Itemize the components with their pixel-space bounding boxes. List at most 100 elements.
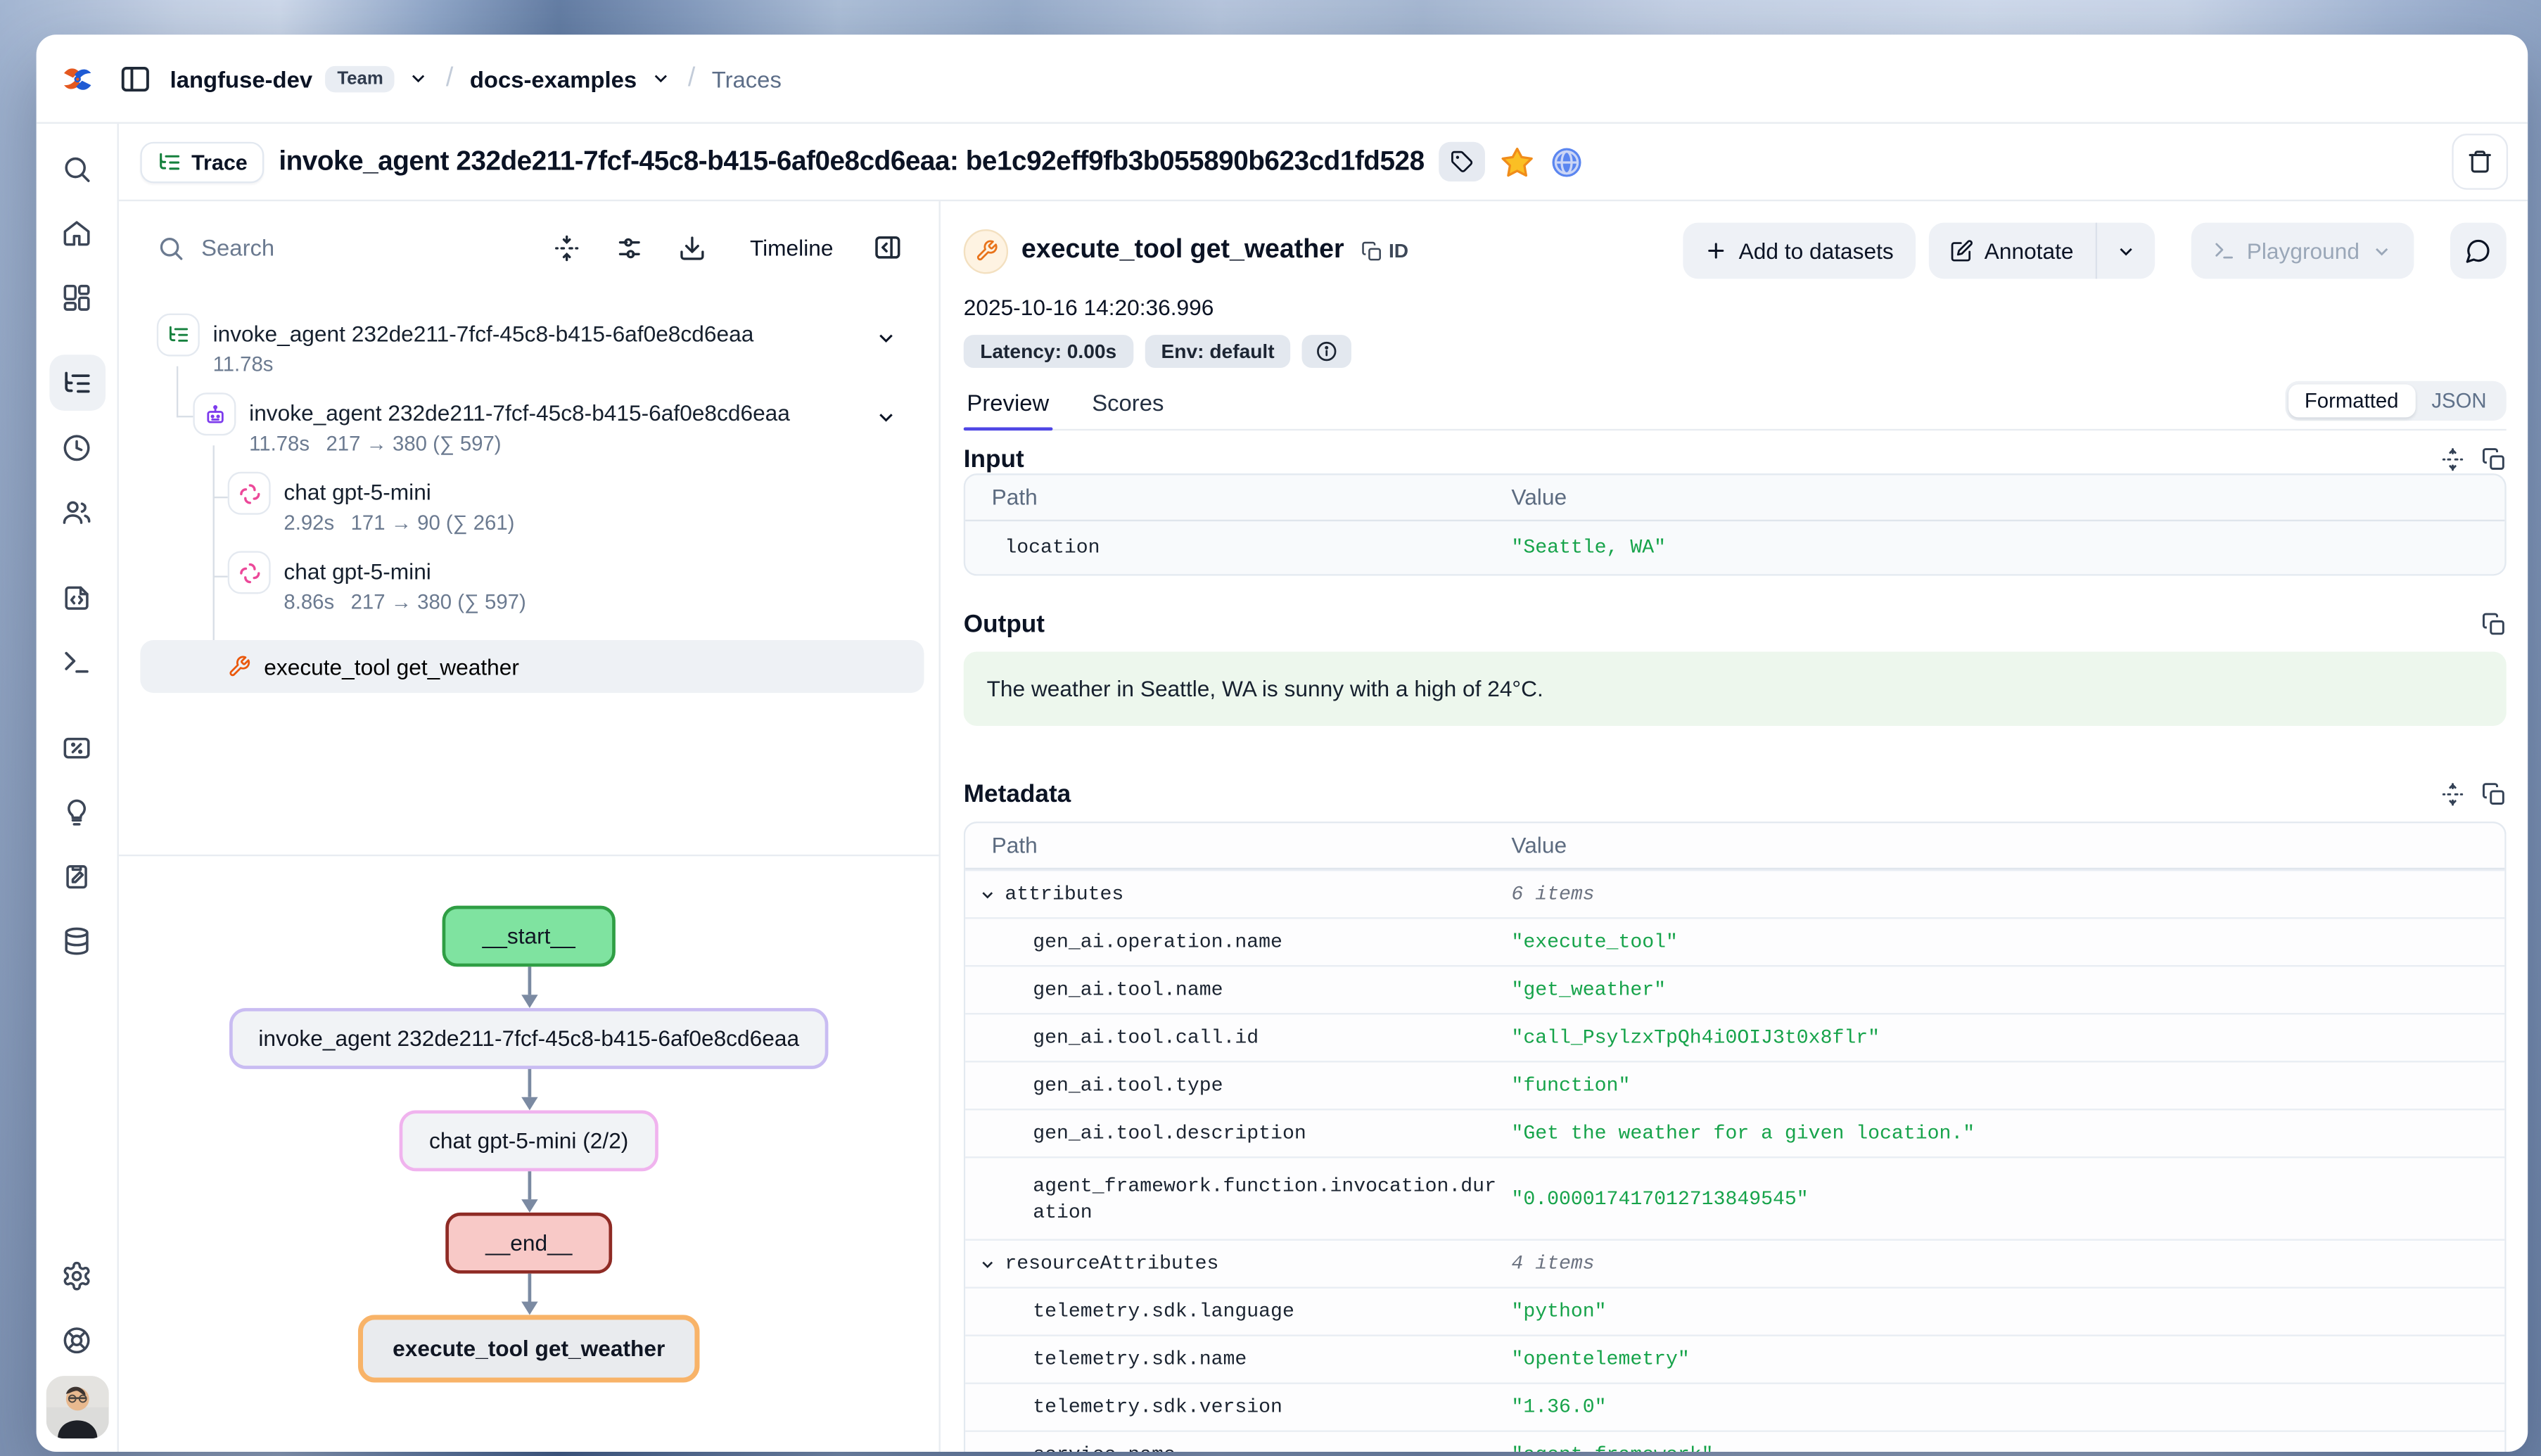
comment-bubble-icon: [2465, 238, 2492, 264]
sidebar-item-insights[interactable]: [49, 784, 105, 840]
sidebar-item-datasets[interactable]: [49, 912, 105, 969]
input-row: location "Seattle, WA": [965, 521, 2504, 574]
terminal-icon: [2212, 239, 2236, 262]
generation-icon: [237, 481, 262, 506]
bookmark-star-icon[interactable]: [1501, 144, 1535, 179]
chevron-down-icon[interactable]: [874, 326, 898, 350]
metadata-row: agent_framework.function.invocation.dura…: [965, 1156, 2504, 1239]
tree-item-agent-span[interactable]: invoke_agent 232de211-7fcf-45c8-b415-6af…: [193, 392, 790, 459]
breadcrumb-project[interactable]: docs-examples: [470, 65, 637, 92]
icon-rail: [37, 124, 119, 1452]
delete-trace-button[interactable]: [2452, 134, 2508, 190]
detail-scroll-area[interactable]: Input Path Value: [941, 430, 2528, 1452]
breadcrumb-section[interactable]: Traces: [712, 65, 782, 92]
breadcrumb-workspace[interactable]: langfuse-dev: [170, 65, 313, 92]
agent-graph: __start__ invoke_agent 232de211-7fcf-45c…: [119, 855, 939, 1452]
breadcrumb-separator: /: [442, 63, 457, 93]
tab-preview[interactable]: Preview: [964, 390, 1052, 429]
sidebar-item-prompts[interactable]: [49, 569, 105, 625]
sidebar-item-annotation-queues[interactable]: [49, 848, 105, 905]
copy-id-button[interactable]: ID: [1361, 239, 1408, 262]
user-avatar[interactable]: [45, 1376, 108, 1438]
annotate-button[interactable]: Annotate: [1928, 223, 2095, 279]
sidebar-item-traces[interactable]: [49, 355, 105, 411]
tab-scores[interactable]: Scores: [1089, 390, 1168, 429]
graph-node-start[interactable]: __start__: [442, 906, 615, 967]
chevron-down-icon[interactable]: [874, 406, 898, 429]
sidebar-item-playground[interactable]: [49, 634, 105, 690]
metadata-row-clipped: service.name"agent_framework": [965, 1431, 2504, 1452]
download-icon[interactable]: [668, 223, 717, 272]
metadata-group-row[interactable]: resourceAttributes 4 items: [965, 1239, 2504, 1286]
wrench-icon: [974, 239, 998, 262]
format-option-json[interactable]: JSON: [2415, 384, 2503, 417]
langfuse-logo-icon[interactable]: [59, 62, 96, 95]
sidebar-item-settings[interactable]: [49, 1247, 105, 1303]
tree-item-generation-1[interactable]: chat gpt-5-mini 2.92s171 → 90 (∑ 261): [228, 472, 515, 538]
chevron-down-icon: [2115, 240, 2136, 261]
expand-section-icon[interactable]: [2440, 446, 2465, 471]
tree-item-tool-selected[interactable]: execute_tool get_weather: [140, 640, 924, 693]
timeline-toggle[interactable]: Timeline: [730, 235, 850, 260]
format-toggle: Formatted JSON: [2285, 381, 2507, 421]
trace-title: invoke_agent 232de211-7fcf-45c8-b415-6af…: [279, 146, 1424, 178]
sidebar-item-support[interactable]: [49, 1312, 105, 1368]
sidebar-item-sessions[interactable]: [49, 419, 105, 475]
column-header-path: Path: [965, 485, 1511, 510]
chevron-down-icon: [2371, 240, 2392, 261]
sidebar-item-users[interactable]: [49, 483, 105, 539]
chevron-down-icon[interactable]: [408, 68, 429, 89]
sidebar-toggle-icon[interactable]: [119, 62, 152, 95]
chevron-down-icon[interactable]: [650, 68, 671, 89]
trace-type-badge[interactable]: Trace: [140, 141, 264, 183]
plus-icon: [1704, 239, 1727, 262]
latency-badge: Latency: 0.00s: [964, 335, 1133, 368]
tag-button[interactable]: [1439, 142, 1486, 181]
output-section-heading: Output: [964, 610, 1045, 638]
metadata-row: telemetry.sdk.language"python": [965, 1286, 2504, 1334]
copy-icon[interactable]: [2482, 446, 2507, 471]
info-badge[interactable]: [1302, 335, 1351, 368]
list-tree-icon: [157, 149, 182, 174]
expand-section-icon[interactable]: [2440, 781, 2465, 806]
add-to-datasets-button[interactable]: Add to datasets: [1683, 223, 1915, 279]
graph-node-execute-tool[interactable]: execute_tool get_weather: [358, 1315, 700, 1382]
breadcrumb-separator: /: [684, 63, 699, 93]
desktop-background: langfuse-dev Team / docs-examples / Trac…: [0, 0, 2541, 1456]
metadata-row: gen_ai.tool.description"Get the weather …: [965, 1109, 2504, 1156]
graph-node-invoke-agent[interactable]: invoke_agent 232de211-7fcf-45c8-b415-6af…: [229, 1008, 829, 1069]
chevron-down-icon: [979, 1255, 997, 1273]
metadata-section-heading: Metadata: [964, 779, 1071, 807]
format-option-formatted[interactable]: Formatted: [2288, 384, 2415, 417]
graph-edge: [521, 1069, 537, 1111]
view-settings-icon[interactable]: [605, 223, 654, 272]
detail-tabs: Preview Scores Formatted JSON: [964, 384, 2507, 430]
annotate-icon: [1949, 239, 1973, 262]
sidebar-item-home[interactable]: [49, 205, 105, 261]
observation-title: execute_tool get_weather: [1021, 236, 1344, 265]
breadcrumb: langfuse-dev Team / docs-examples / Trac…: [152, 63, 782, 93]
column-header-value: Value: [1511, 833, 1567, 857]
sidebar-item-search[interactable]: [49, 140, 105, 196]
annotate-dropdown-button[interactable]: [2096, 223, 2154, 279]
comments-button[interactable]: [2450, 223, 2507, 279]
sidebar-item-dashboards[interactable]: [49, 269, 105, 325]
sidebar-item-evaluations[interactable]: [49, 720, 105, 776]
public-globe-icon[interactable]: [1550, 144, 1584, 179]
collapse-panel-icon[interactable]: [863, 223, 912, 272]
tool-icon-badge: [964, 229, 1008, 273]
tree-item-trace-root[interactable]: invoke_agent 232de211-7fcf-45c8-b415-6af…: [157, 314, 754, 380]
metadata-group-row[interactable]: attributes 6 items: [965, 869, 2504, 917]
tree-item-generation-2[interactable]: chat gpt-5-mini 8.86s217 → 380 (∑ 597): [228, 551, 526, 617]
copy-icon[interactable]: [2482, 781, 2507, 806]
copy-icon[interactable]: [2482, 611, 2507, 636]
env-badge: Env: default: [1145, 335, 1291, 368]
search-icon: [157, 234, 185, 262]
collapse-all-icon[interactable]: [542, 223, 591, 272]
chevron-down-icon: [979, 885, 997, 903]
search-input[interactable]: [201, 234, 383, 261]
playground-button[interactable]: Playground: [2191, 223, 2414, 279]
graph-node-chat[interactable]: chat gpt-5-mini (2/2): [400, 1110, 658, 1171]
graph-node-end[interactable]: __end__: [446, 1213, 612, 1274]
top-navbar: langfuse-dev Team / docs-examples / Trac…: [37, 34, 2528, 124]
